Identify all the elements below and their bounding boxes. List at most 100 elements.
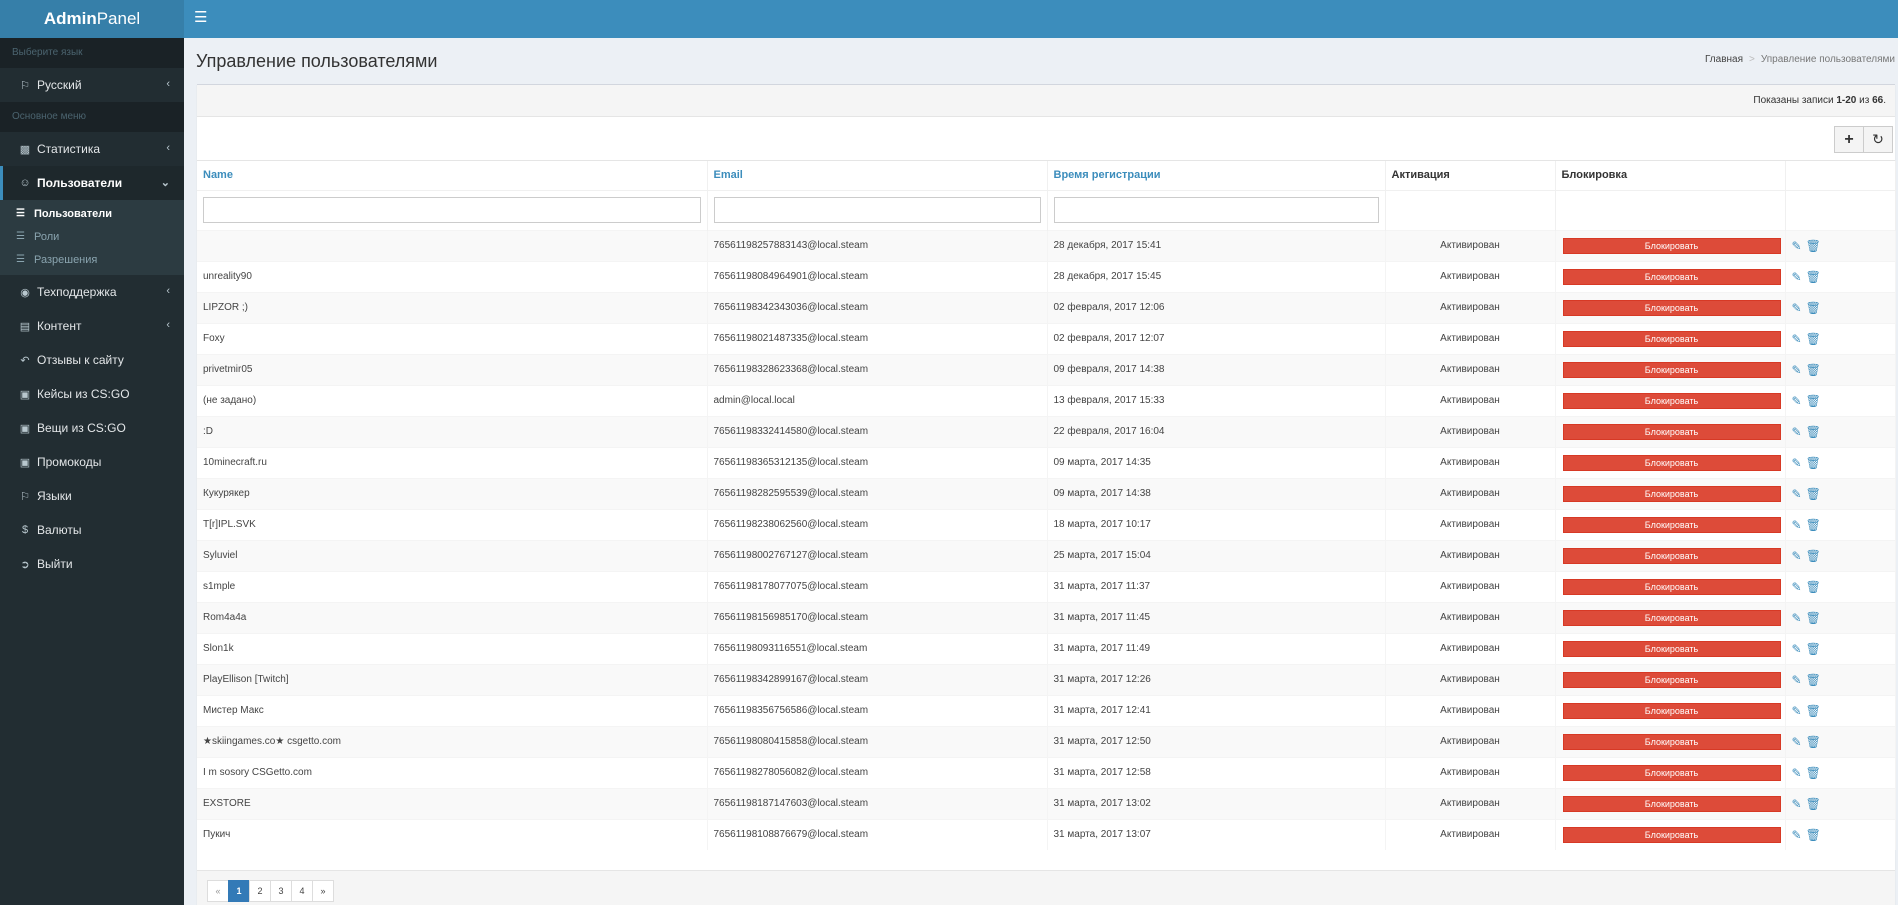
pagination-page[interactable]: 2	[249, 880, 271, 902]
add-user-button[interactable]: +	[1834, 126, 1864, 153]
users-table: Name Email Время регистрации Активация Б…	[197, 161, 1896, 850]
sidebar-item-cases[interactable]: ▣ Кейсы из CS:GO	[0, 377, 184, 411]
cell-email: 76561198342343036@local.steam	[707, 291, 1048, 323]
trash-icon[interactable]: 🗑	[1806, 301, 1821, 315]
sidebar-item-label: Пользователи	[37, 176, 123, 190]
name-filter-input[interactable]	[203, 197, 701, 223]
pencil-icon[interactable]: ✎	[1792, 363, 1802, 377]
pencil-icon[interactable]: ✎	[1792, 301, 1802, 315]
pie-chart-icon: ▩	[19, 143, 31, 156]
pencil-icon[interactable]: ✎	[1792, 425, 1802, 439]
block-button[interactable]: Блокировать	[1562, 330, 1781, 347]
block-button[interactable]: Блокировать	[1562, 485, 1781, 502]
pencil-icon[interactable]: ✎	[1792, 766, 1802, 780]
block-button[interactable]: Блокировать	[1562, 268, 1781, 285]
cell-actions: ✎ 🗑	[1785, 446, 1896, 478]
pencil-icon[interactable]: ✎	[1792, 580, 1802, 594]
sidebar-item-language[interactable]: ⚐ Русский ‹	[0, 68, 184, 102]
trash-icon[interactable]: 🗑	[1806, 239, 1821, 253]
pencil-icon[interactable]: ✎	[1792, 456, 1802, 470]
trash-icon[interactable]: 🗑	[1806, 580, 1821, 594]
block-button[interactable]: Блокировать	[1562, 671, 1781, 688]
trash-icon[interactable]: 🗑	[1806, 797, 1821, 811]
cell-registered: 02 февраля, 2017 12:07	[1047, 322, 1386, 354]
trash-icon[interactable]: 🗑	[1806, 518, 1821, 532]
sidebar-subitem-roles[interactable]: ☰ Роли	[0, 225, 184, 248]
block-button[interactable]: Блокировать	[1562, 826, 1781, 843]
block-button[interactable]: Блокировать	[1562, 795, 1781, 812]
sidebar-item-promocodes[interactable]: ▣ Промокоды	[0, 445, 184, 479]
trash-icon[interactable]: 🗑	[1806, 549, 1821, 563]
pencil-icon[interactable]: ✎	[1792, 673, 1802, 687]
pencil-icon[interactable]: ✎	[1792, 239, 1802, 253]
block-button[interactable]: Блокировать	[1562, 423, 1781, 440]
pagination-page[interactable]: 3	[270, 880, 292, 902]
pencil-icon[interactable]: ✎	[1792, 549, 1802, 563]
sidebar-item-items[interactable]: ▣ Вещи из CS:GO	[0, 411, 184, 445]
sidebar-item-reviews[interactable]: ↶ Отзывы к сайту	[0, 343, 184, 377]
pencil-icon[interactable]: ✎	[1792, 611, 1802, 625]
pencil-icon[interactable]: ✎	[1792, 518, 1802, 532]
block-button[interactable]: Блокировать	[1562, 454, 1781, 471]
trash-icon[interactable]: 🗑	[1806, 642, 1821, 656]
sidebar-item-content[interactable]: ▤ Контент ‹	[0, 309, 184, 343]
pencil-icon[interactable]: ✎	[1792, 270, 1802, 284]
sidebar-toggle-icon[interactable]: ☰	[194, 10, 210, 26]
trash-icon[interactable]: 🗑	[1806, 332, 1821, 346]
app-logo[interactable]: Admin Panel	[0, 0, 184, 38]
trash-icon[interactable]: 🗑	[1806, 611, 1821, 625]
trash-icon[interactable]: 🗑	[1806, 487, 1821, 501]
pencil-icon[interactable]: ✎	[1792, 735, 1802, 749]
column-header-email[interactable]: Email	[707, 161, 1048, 190]
table-row: Slon1k 76561198093116551@local.steam 31 ма…	[197, 632, 1896, 664]
sidebar-item-languages[interactable]: ⚐ Языки	[0, 479, 184, 513]
block-button[interactable]: Блокировать	[1562, 702, 1781, 719]
pencil-icon[interactable]: ✎	[1792, 394, 1802, 408]
trash-icon[interactable]: 🗑	[1806, 735, 1821, 749]
block-button[interactable]: Блокировать	[1562, 299, 1781, 316]
pencil-icon[interactable]: ✎	[1792, 642, 1802, 656]
sidebar-item-users[interactable]: ☺ Пользователи ⌄	[0, 166, 184, 200]
trash-icon[interactable]: 🗑	[1806, 673, 1821, 687]
sidebar-subitem-users[interactable]: ☰ Пользователи	[0, 202, 184, 225]
trash-icon[interactable]: 🗑	[1806, 828, 1821, 842]
trash-icon[interactable]: 🗑	[1806, 766, 1821, 780]
block-button[interactable]: Блокировать	[1562, 516, 1781, 533]
pencil-icon[interactable]: ✎	[1792, 797, 1802, 811]
breadcrumb-home[interactable]: Главная	[1705, 54, 1743, 65]
sidebar-item-currencies[interactable]: $ Валюты	[0, 513, 184, 547]
block-button[interactable]: Блокировать	[1562, 609, 1781, 626]
block-button[interactable]: Блокировать	[1562, 578, 1781, 595]
trash-icon[interactable]: 🗑	[1806, 704, 1821, 718]
column-header-registered[interactable]: Время регистрации	[1047, 161, 1386, 190]
trash-icon[interactable]: 🗑	[1806, 456, 1821, 470]
block-button[interactable]: Блокировать	[1562, 640, 1781, 657]
block-button[interactable]: Блокировать	[1562, 733, 1781, 750]
email-filter-input[interactable]	[713, 197, 1041, 223]
sidebar-item-support[interactable]: ◉ Техподдержка ‹	[0, 275, 184, 309]
trash-icon[interactable]: 🗑	[1806, 270, 1821, 284]
trash-icon[interactable]: 🗑	[1806, 425, 1821, 439]
sidebar-subitem-permissions[interactable]: ☰ Разрешения	[0, 248, 184, 271]
pencil-icon[interactable]: ✎	[1792, 332, 1802, 346]
date-filter-input[interactable]	[1053, 197, 1379, 223]
pencil-icon[interactable]: ✎	[1792, 487, 1802, 501]
block-button[interactable]: Блокировать	[1562, 547, 1781, 564]
refresh-button[interactable]: ↻	[1863, 126, 1893, 153]
pencil-icon[interactable]: ✎	[1792, 828, 1802, 842]
column-header-name[interactable]: Name	[197, 161, 708, 190]
trash-icon[interactable]: 🗑	[1806, 394, 1821, 408]
block-button[interactable]: Блокировать	[1562, 237, 1781, 254]
list-icon: ☰	[16, 254, 25, 265]
sidebar-item-logout[interactable]: ➲ Выйти	[0, 547, 184, 581]
pagination-prev[interactable]: «	[207, 880, 229, 902]
pagination-page[interactable]: 1	[228, 880, 250, 902]
block-button[interactable]: Блокировать	[1562, 392, 1781, 409]
block-button[interactable]: Блокировать	[1562, 764, 1781, 781]
pagination-page[interactable]: 4	[291, 880, 313, 902]
trash-icon[interactable]: 🗑	[1806, 363, 1821, 377]
block-button[interactable]: Блокировать	[1562, 361, 1781, 378]
sidebar-item-statistics[interactable]: ▩ Статистика ‹	[0, 132, 184, 166]
pencil-icon[interactable]: ✎	[1792, 704, 1802, 718]
pagination-next[interactable]: »	[312, 880, 334, 902]
